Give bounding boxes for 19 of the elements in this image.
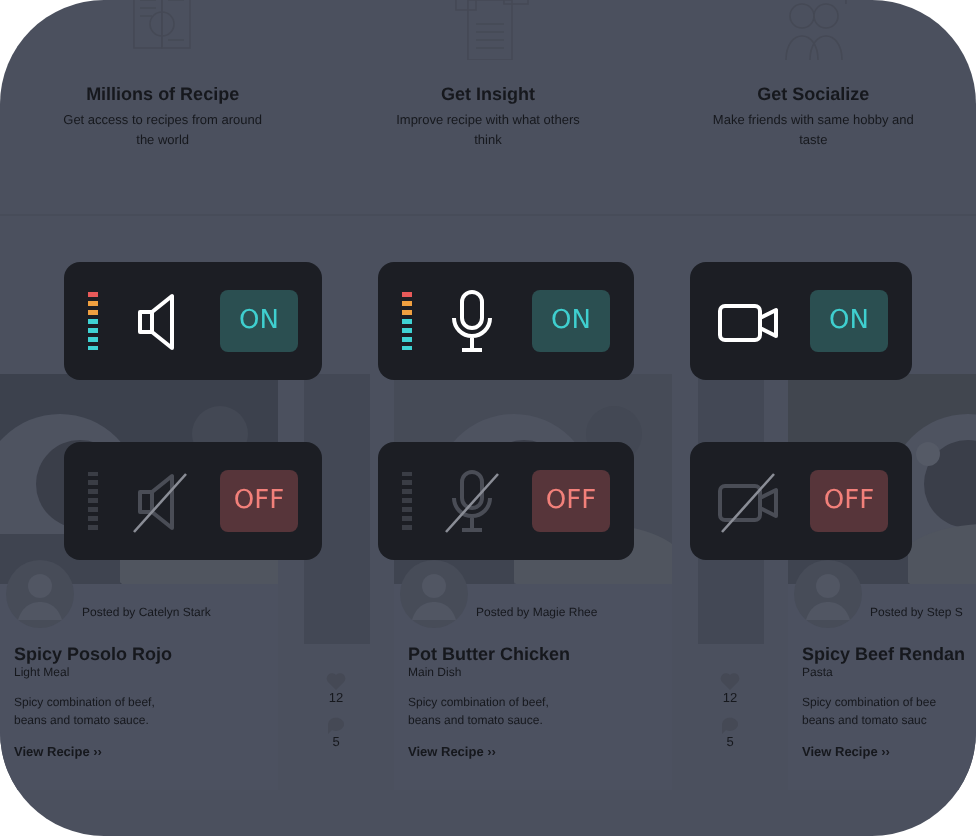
feature-title: Get Socialize: [757, 84, 870, 104]
recipe-title: Spicy Beef Rendan: [802, 644, 968, 664]
avatar-icon: [6, 560, 74, 628]
toggle-button[interactable]: ON: [532, 290, 610, 352]
recipe-title: Spicy Posolo Rojo: [14, 644, 175, 664]
avatar-icon: [400, 560, 468, 628]
recipe-title: Pot Butter Chicken: [408, 644, 573, 664]
level-meter: [88, 471, 98, 531]
level-meter: [402, 471, 412, 531]
level-meter: [88, 291, 98, 351]
avatar-icon: [794, 560, 862, 628]
toggle-button[interactable]: OFF: [532, 470, 610, 532]
toggle-button[interactable]: ON: [810, 290, 888, 352]
feature-title: Get Insight: [440, 84, 535, 104]
level-meter: [402, 291, 412, 351]
toggle-button[interactable]: OFF: [810, 470, 888, 532]
feature-title: Millions of Recipe: [86, 84, 240, 104]
toggle-button[interactable]: OFF: [220, 470, 298, 532]
toggle-button[interactable]: ON: [220, 290, 298, 352]
